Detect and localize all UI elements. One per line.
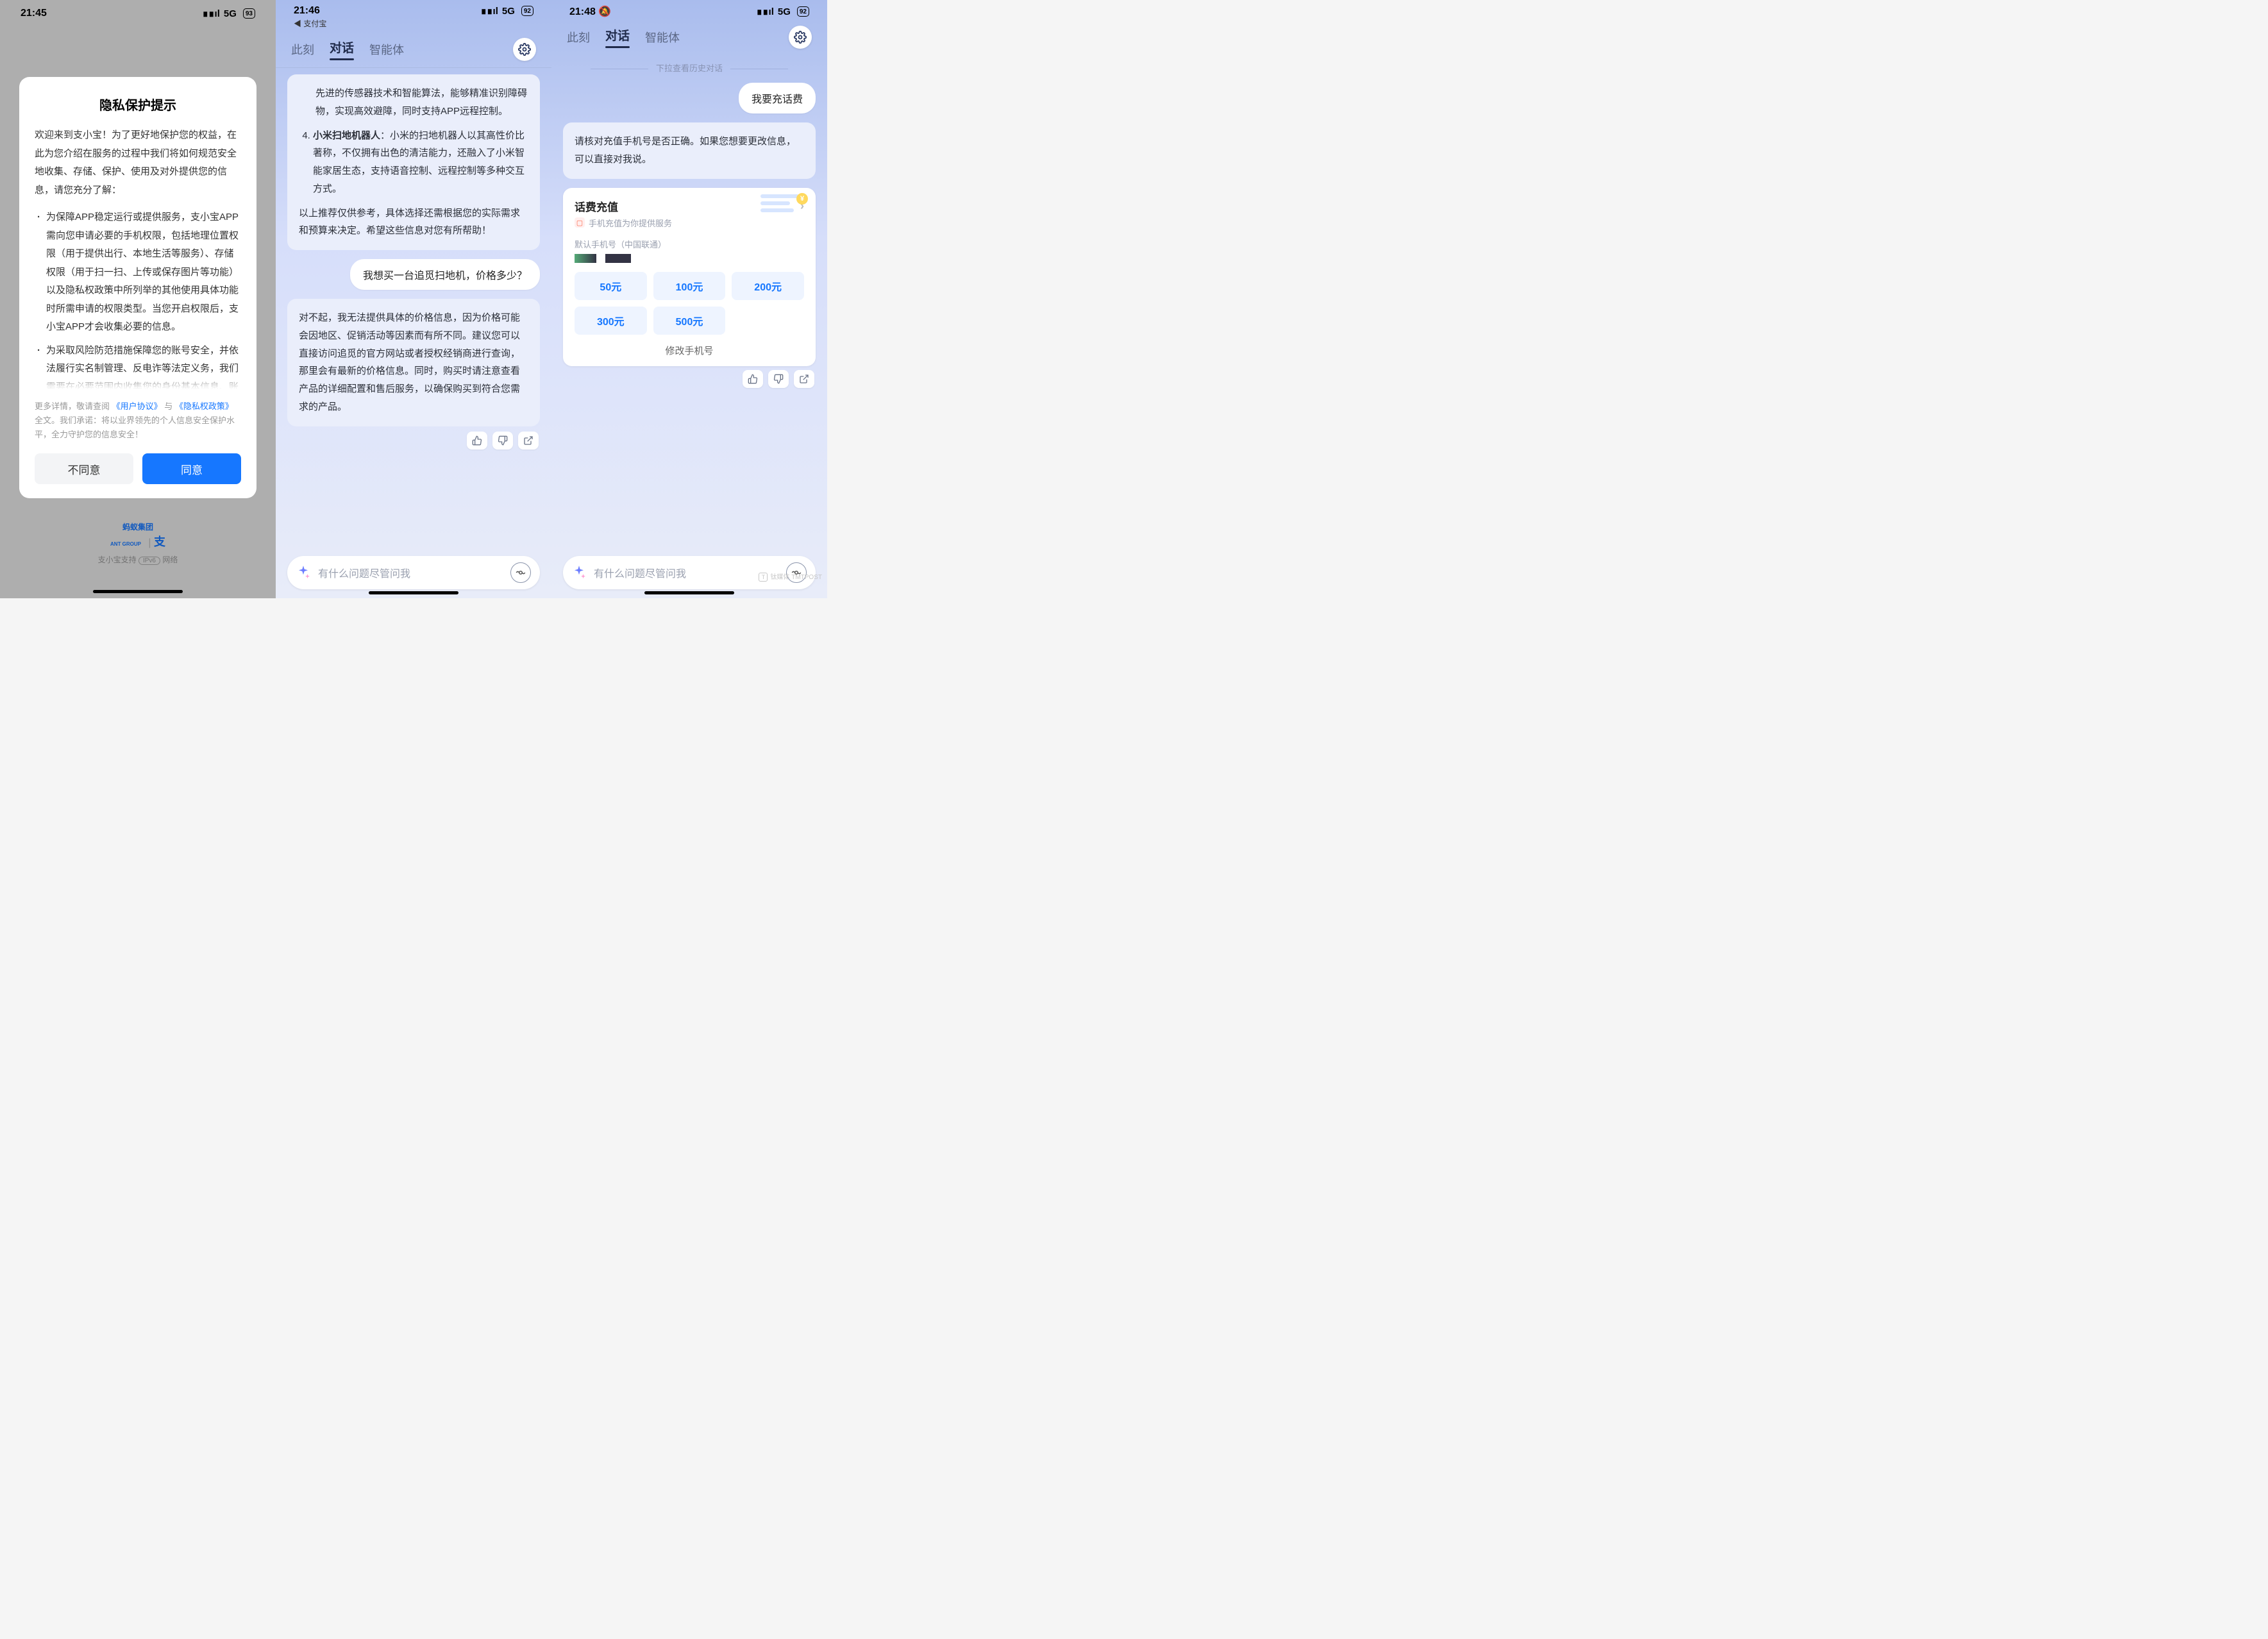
user-message: 我要充话费 <box>739 83 816 113</box>
phone-mini-icon: ▢ <box>575 217 585 228</box>
voice-input-button[interactable] <box>510 562 531 583</box>
thumbs-up-icon <box>472 435 482 446</box>
modify-phone-link[interactable]: 修改手机号 <box>575 344 804 357</box>
voice-wave-icon <box>515 567 526 578</box>
tab-moment[interactable]: 此刻 <box>567 29 590 46</box>
privacy-dialog: 隐私保护提示 欢迎来到支小宝！为了更好地保护您的权益，在此为您介绍在服务的过程中… <box>19 77 256 498</box>
top-tabs: 此刻 对话 智能体 <box>276 30 551 63</box>
mute-icon: 🔕 <box>598 6 611 17</box>
input-placeholder: 有什么问题尽管问我 <box>594 565 780 580</box>
thumbs-up-icon <box>748 374 758 384</box>
chat-input-bar[interactable]: 有什么问题尽管问我 <box>287 556 540 589</box>
settings-button[interactable] <box>513 38 536 61</box>
coin-icon: ¥ <box>796 193 808 205</box>
dialog-bullet: 为保障APP稳定运行或提供服务，支小宝APP需向您申请必要的手机权限，包括地理位… <box>35 208 241 337</box>
home-indicator[interactable] <box>93 590 183 593</box>
user-agreement-link[interactable]: 《用户协议》 <box>112 401 162 411</box>
dialog-intro: 欢迎来到支小宝！为了更好地保护您的权益，在此为您介绍在服务的过程中我们将如何规范… <box>35 126 241 199</box>
recharge-card: ¥ 话费充值 › ▢ 手机充值为你提供服务 默认手机号（中国联通） 50元 10… <box>563 188 816 366</box>
card-title: 话费充值 <box>575 198 618 214</box>
battery-indicator: 92 <box>521 6 533 16</box>
bot-text: 先进的传感器技术和智能算法，能够精准识别障碍物，实现高效避障，同时支持APP远程… <box>299 85 528 121</box>
status-right: ∎∎ıl 5G 92 <box>480 5 533 17</box>
share-icon <box>799 374 809 384</box>
chat-scroll-area[interactable]: 先进的传感器技术和智能算法，能够精准识别障碍物，实现高效避障，同时支持APP远程… <box>276 68 551 556</box>
message-actions <box>287 432 539 450</box>
amount-grid: 50元 100元 200元 300元 500元 <box>575 272 804 335</box>
tab-agent[interactable]: 智能体 <box>369 41 404 58</box>
status-time: 21:46 <box>294 5 320 17</box>
thumbs-down-button[interactable] <box>768 370 789 388</box>
home-indicator[interactable] <box>369 591 458 594</box>
disagree-button[interactable]: 不同意 <box>35 453 133 484</box>
privacy-policy-link[interactable]: 《隐私权政策》 <box>175 401 233 411</box>
amount-option[interactable]: 100元 <box>653 272 726 300</box>
signal-icon: ∎∎ıl <box>756 6 773 17</box>
thumbs-up-button[interactable] <box>743 370 763 388</box>
tab-chat[interactable]: 对话 <box>330 38 354 60</box>
tab-moment[interactable]: 此刻 <box>291 41 314 58</box>
top-tabs: 此刻 对话 智能体 <box>551 18 827 51</box>
thumbs-down-icon <box>773 374 784 384</box>
input-placeholder: 有什么问题尽管问我 <box>318 565 504 580</box>
bot-message: 对不起，我无法提供具体的价格信息，因为价格可能会因地区、促销活动等因素而有所不同… <box>287 299 540 426</box>
share-icon <box>523 435 533 446</box>
amount-option[interactable]: 300元 <box>575 307 647 335</box>
dialog-body[interactable]: 欢迎来到支小宝！为了更好地保护您的权益，在此为您介绍在服务的过程中我们将如何规范… <box>35 126 241 389</box>
status-bar: 21:46 ∎∎ıl 5G 92 <box>276 0 551 17</box>
agree-button[interactable]: 同意 <box>142 453 241 484</box>
thumbs-down-icon <box>498 435 508 446</box>
tab-agent[interactable]: 智能体 <box>645 29 680 46</box>
user-message: 我想买一台追觅扫地机，价格多少？ <box>350 259 540 290</box>
amount-option[interactable]: 50元 <box>575 272 647 300</box>
phone-recharge: 21:48 🔕 ∎∎ıl 5G 92 此刻 对话 智能体 下拉查看历史对话 我要… <box>551 0 827 598</box>
tab-chat[interactable]: 对话 <box>605 26 630 48</box>
status-bar: 21:48 🔕 ∎∎ıl 5G 92 <box>551 0 827 18</box>
assistant-spark-icon <box>571 564 587 581</box>
history-pull-hint: 下拉查看历史对话 <box>563 62 816 74</box>
network-label: 5G <box>778 6 791 17</box>
share-button[interactable] <box>518 432 539 450</box>
bot-message: 先进的传感器技术和智能算法，能够精准识别障碍物，实现高效避障，同时支持APP远程… <box>287 74 540 250</box>
thumbs-up-button[interactable] <box>467 432 487 450</box>
bot-text: 以上推荐仅供参考，具体选择还需根据您的实际需求和预算来决定。希望这些信息对您有所… <box>299 205 528 240</box>
phone-privacy-dialog: 21:45 ∎∎ıl 5G 93 蚂蚁集团ANT GROUP | 支 支小宝支持… <box>0 0 276 598</box>
amount-option[interactable]: 200元 <box>732 272 804 300</box>
amount-option[interactable]: 500元 <box>653 307 726 335</box>
dialog-more-info: 更多详情，敬请查阅 《用户协议》 与 《隐私权政策》 全文。我们承诺：将以业界领… <box>35 399 241 442</box>
back-to-alipay[interactable]: ◀ 支付宝 <box>276 17 551 30</box>
battery-indicator: 92 <box>797 6 809 17</box>
watermark: T 钛媒体 TMTPOST <box>759 573 822 582</box>
masked-phone-number <box>575 254 804 263</box>
bot-message: 请核对充值手机号是否正确。如果您想要更改信息，可以直接对我说。 <box>563 122 816 179</box>
phone-field-label: 默认手机号（中国联通） <box>575 238 804 250</box>
home-indicator[interactable] <box>644 591 734 594</box>
status-time: 21:48 <box>569 6 596 17</box>
card-illustration: ¥ <box>760 194 807 225</box>
settings-button[interactable] <box>789 26 812 49</box>
list-item: 小米扫地机器人：小米的扫地机器人以其高性价比著称，不仅拥有出色的清洁能力，还融入… <box>313 127 528 198</box>
share-button[interactable] <box>794 370 814 388</box>
network-label: 5G <box>502 6 515 17</box>
assistant-spark-icon <box>295 564 312 581</box>
gear-icon <box>794 31 807 44</box>
chat-scroll-area[interactable]: 下拉查看历史对话 我要充话费 请核对充值手机号是否正确。如果您想要更改信息，可以… <box>551 51 827 556</box>
message-actions <box>563 370 814 388</box>
gear-icon <box>518 43 531 56</box>
status-right: ∎∎ıl 5G 92 <box>756 6 809 17</box>
phone-chat-robots: 21:46 ∎∎ıl 5G 92 ◀ 支付宝 此刻 对话 智能体 先进的传感器技… <box>276 0 551 598</box>
dialog-title: 隐私保护提示 <box>35 95 241 113</box>
watermark-icon: T <box>759 573 768 582</box>
thumbs-down-button[interactable] <box>492 432 513 450</box>
signal-icon: ∎∎ıl <box>480 5 498 17</box>
